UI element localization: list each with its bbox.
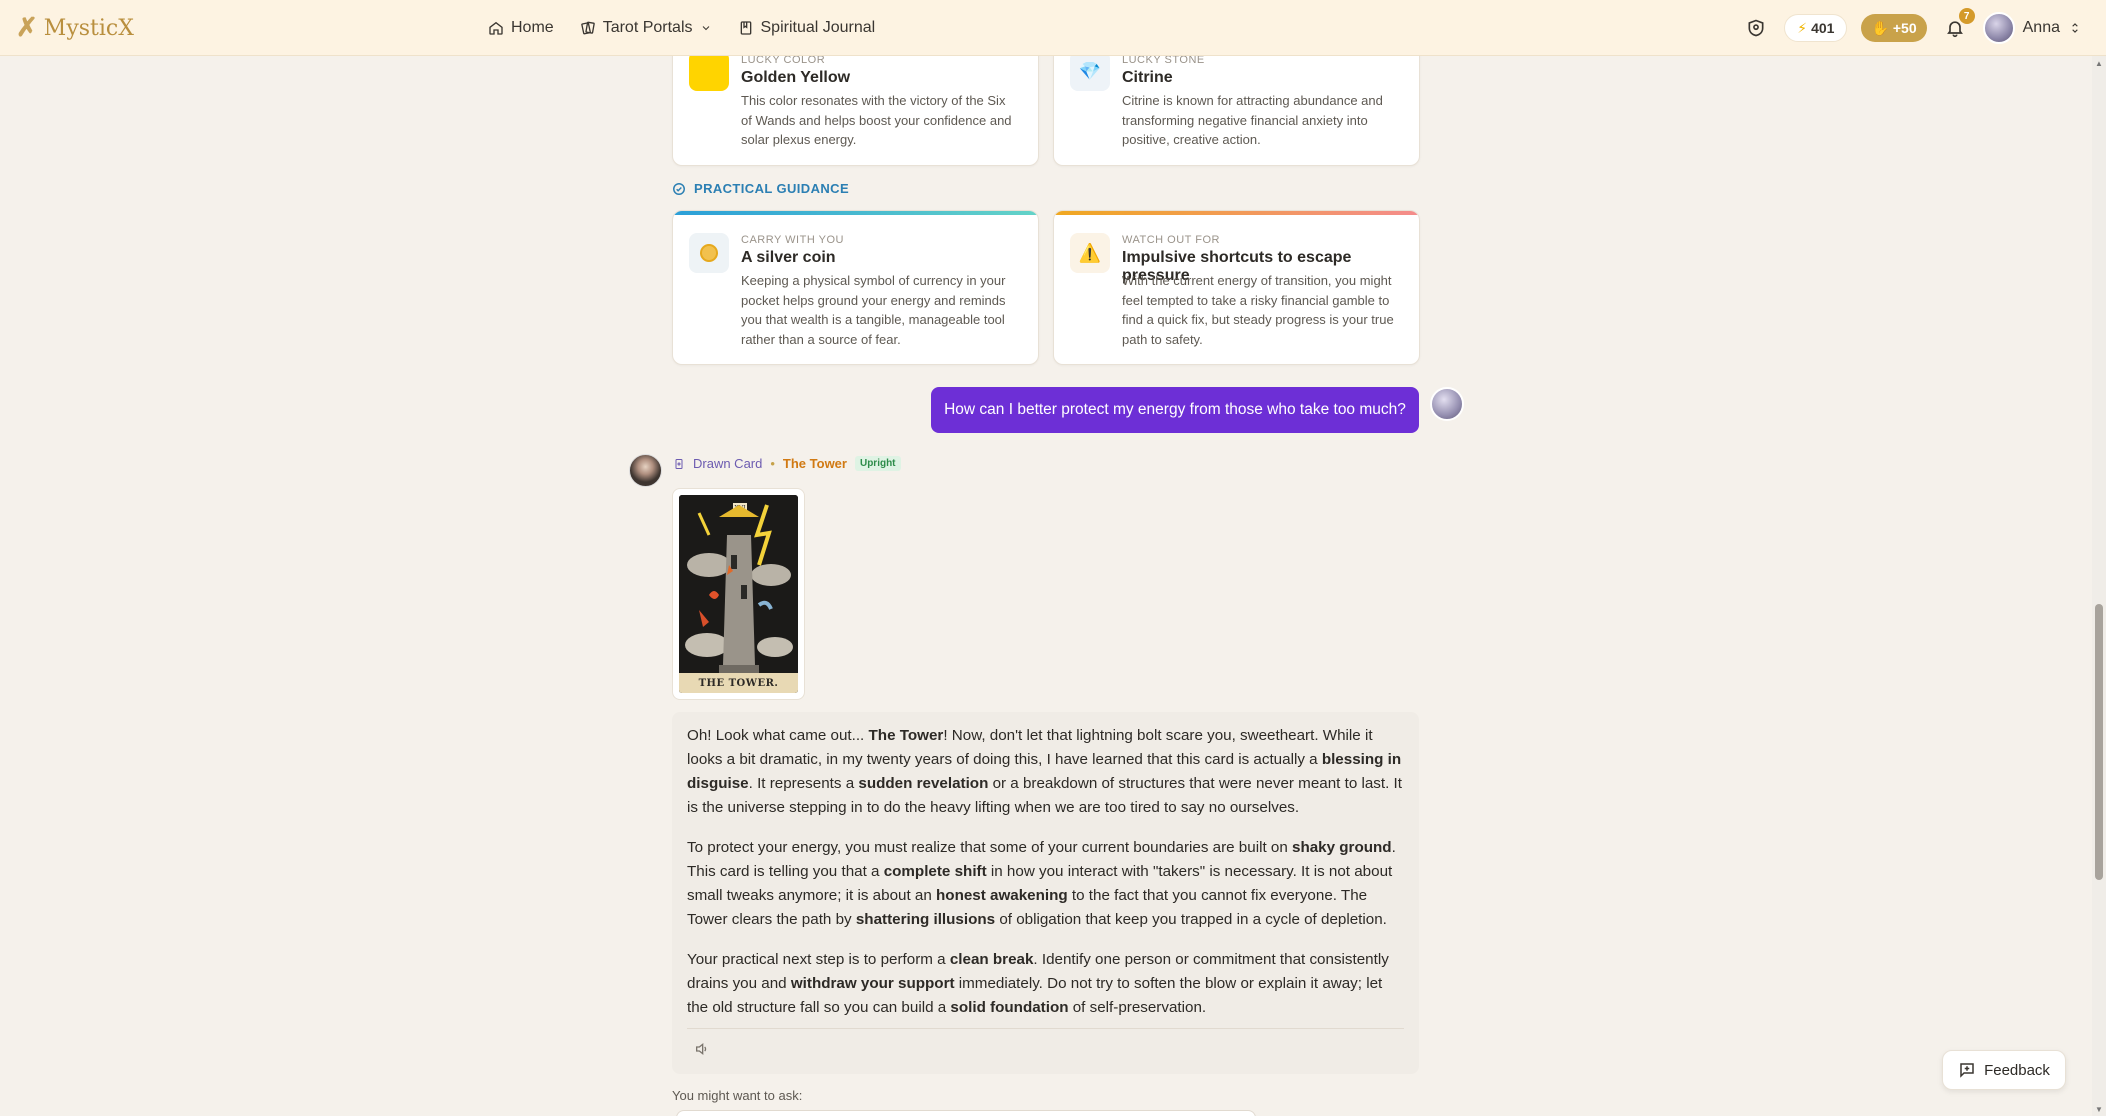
speaker-icon[interactable] xyxy=(694,1041,710,1057)
scroll-down-icon[interactable]: ▼ xyxy=(2095,1106,2103,1114)
emphasis-text: complete shift xyxy=(883,863,987,880)
nav-spiritual-journal[interactable]: Spiritual Journal xyxy=(738,19,876,37)
warning-icon: ⚠️ xyxy=(1070,233,1110,273)
emphasis-text: withdraw your support xyxy=(790,975,955,992)
main-nav: Home Tarot Portals Spiritual Journal xyxy=(488,0,875,56)
body-text: Oh! Look what came out... xyxy=(687,727,869,744)
home-icon xyxy=(489,21,503,35)
emphasis-text: clean break xyxy=(949,951,1034,968)
top-navbar: ✗ MysticX Home Tarot Portals Spiritual J… xyxy=(0,0,2106,56)
reply-paragraph-2: To protect your energy, you must realize… xyxy=(687,836,1404,932)
reply-paragraph-3: Your practical next step is to perform a… xyxy=(687,948,1404,1020)
body-text: . It represents a xyxy=(748,775,859,792)
card-caption: THE TOWER. xyxy=(679,673,798,693)
user-name: Anna xyxy=(2022,19,2060,36)
lucky-stone-title: Citrine xyxy=(1122,69,1173,86)
gem-icon: 💎 xyxy=(1070,51,1110,91)
chevron-updown-icon xyxy=(2072,23,2078,33)
emphasis-text: honest awakening xyxy=(936,887,1068,904)
the-tower-card-art: XVI THE TOWER. xyxy=(679,495,798,693)
avatar xyxy=(1982,12,2015,44)
carry-eyebrow: CARRY WITH YOU xyxy=(741,234,844,246)
lightning-icon: ⚡ xyxy=(1797,19,1808,36)
nav-tarot-portals[interactable]: Tarot Portals xyxy=(580,19,712,37)
reader-avatar xyxy=(629,454,662,487)
nav-home-label: Home xyxy=(511,19,554,36)
drawn-card-name: The Tower xyxy=(782,456,847,471)
card-accent-bar xyxy=(673,211,1038,215)
body-text: of obligation that keep you trapped in a… xyxy=(995,911,1387,928)
scroll-thumb[interactable] xyxy=(2095,604,2103,880)
watch-out-card: ⚠️ WATCH OUT FOR Impulsive shortcuts to … xyxy=(1053,210,1420,365)
user-message-bubble: How can I better protect my energy from … xyxy=(931,387,1419,433)
body-text: of self-preservation. xyxy=(1068,999,1207,1016)
drawn-card-label: Drawn Card xyxy=(693,456,763,471)
feedback-icon xyxy=(1960,1063,1974,1078)
separator-dot: • xyxy=(770,456,775,471)
logo-mark-icon: ✗ xyxy=(16,13,38,43)
nav-tarot-portals-label: Tarot Portals xyxy=(602,19,693,36)
protection-button[interactable] xyxy=(1742,14,1770,42)
check-circle-icon xyxy=(673,182,685,195)
nav-spiritual-journal-label: Spiritual Journal xyxy=(760,19,876,36)
suggestions-label: You might want to ask: xyxy=(672,1088,803,1103)
header-tools: ⚡ 401 ✋ +50 7 Anna xyxy=(1742,0,2082,56)
notifications-button[interactable]: 7 xyxy=(1941,8,1975,42)
user-menu[interactable]: Anna xyxy=(1982,12,2082,44)
scroll-up-icon[interactable]: ▲ xyxy=(2095,60,2103,68)
carry-desc: Keeping a physical symbol of currency in… xyxy=(741,273,1006,347)
tarot-card-image[interactable]: XVI THE TOWER. xyxy=(672,488,805,700)
practical-guidance-heading: PRACTICAL GUIDANCE xyxy=(672,181,849,196)
logo[interactable]: ✗ MysticX xyxy=(16,13,134,43)
lucky-color-desc: This color resonates with the victory of… xyxy=(741,93,1012,147)
journal-icon xyxy=(740,21,751,35)
drawn-card-header: Drawn Card • The Tower Upright xyxy=(673,456,901,471)
energy-value: 401 xyxy=(1811,20,1835,36)
emphasis-text: shattering illusions xyxy=(855,911,996,928)
bonus-value: +50 xyxy=(1892,20,1917,36)
body-text: To protect your energy, you must realize… xyxy=(687,839,1292,856)
emphasis-text: solid foundation xyxy=(950,999,1069,1016)
shield-icon xyxy=(1748,19,1764,37)
daily-bonus-button[interactable]: ✋ +50 xyxy=(1861,14,1927,42)
emphasis-text: The Tower xyxy=(868,727,944,744)
card-accent-bar xyxy=(1054,211,1419,215)
nav-home[interactable]: Home xyxy=(488,19,554,37)
chevron-down-icon xyxy=(702,26,709,31)
coin-hand-icon: ✋ xyxy=(1871,19,1889,36)
color-swatch xyxy=(689,51,729,91)
divider xyxy=(687,1028,1404,1029)
feedback-button[interactable]: Feedback xyxy=(1942,1050,2066,1090)
page-scrollbar[interactable]: ▲ ▼ xyxy=(2092,56,2106,1116)
lucky-stone-desc: Citrine is known for attracting abundanc… xyxy=(1122,93,1383,147)
carry-title: A silver coin xyxy=(741,249,836,266)
carry-with-you-card: CARRY WITH YOU A silver coin Keeping a p… xyxy=(672,210,1039,365)
emphasis-text: shaky ground xyxy=(1292,839,1392,856)
coin-icon xyxy=(689,233,729,273)
watch-desc: With the current energy of transition, y… xyxy=(1122,273,1394,347)
watch-eyebrow: WATCH OUT FOR xyxy=(1122,234,1220,246)
reply-paragraph-1: Oh! Look what came out... The Tower! Now… xyxy=(687,724,1404,820)
notification-count-badge: 7 xyxy=(1958,8,1975,24)
suggestion-chip[interactable] xyxy=(676,1110,1256,1116)
reading-reply-bubble: Oh! Look what came out... The Tower! Now… xyxy=(672,712,1419,1074)
emphasis-text: sudden revelation xyxy=(858,775,989,792)
lucky-color-title: Golden Yellow xyxy=(741,69,851,86)
orientation-badge: Upright xyxy=(854,456,901,471)
feedback-label: Feedback xyxy=(1984,1061,2050,1079)
avatar xyxy=(1430,387,1464,421)
logo-text: MysticX xyxy=(43,15,134,41)
tower-illustration: XVI xyxy=(679,495,798,693)
card-icon xyxy=(675,458,683,469)
body-text: Your practical next step is to perform a xyxy=(687,951,950,968)
energy-balance[interactable]: ⚡ 401 xyxy=(1784,14,1848,42)
tarot-cards-icon xyxy=(580,21,595,35)
practical-guidance-label: PRACTICAL GUIDANCE xyxy=(694,181,850,196)
